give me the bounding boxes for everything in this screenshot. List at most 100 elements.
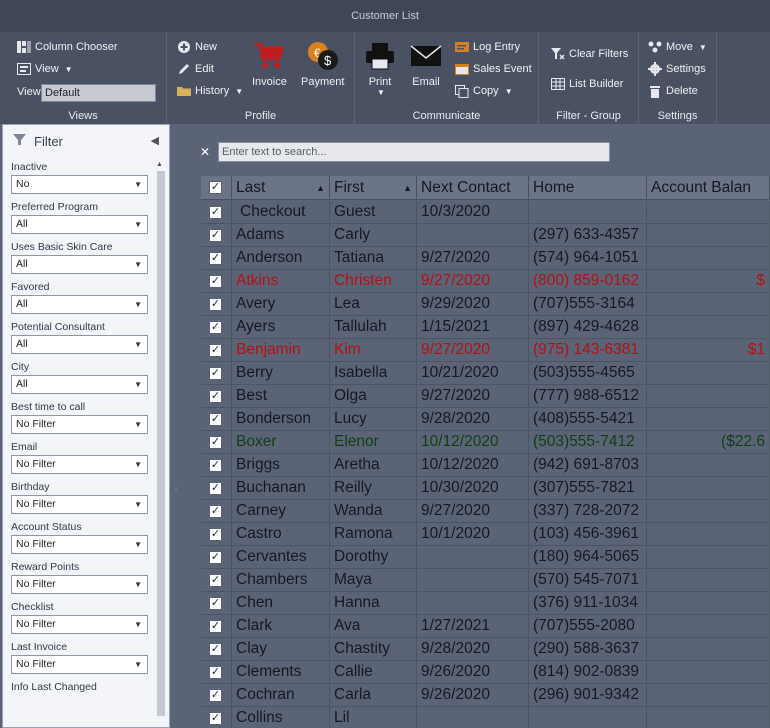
cell-home: (777) 988-6512 xyxy=(529,385,647,408)
filter-field-select[interactable]: All ▼ xyxy=(11,215,148,234)
table-row[interactable]: ✓ Atkins Christen 9/27/2020 (800) 859-0162 $ xyxy=(201,270,770,293)
close-icon[interactable]: ✕ xyxy=(200,145,210,159)
row-checkbox[interactable]: ✓ xyxy=(209,597,222,610)
row-checkbox[interactable]: ✓ xyxy=(209,689,222,702)
edit-button[interactable]: Edit xyxy=(177,62,214,76)
column-chooser-button[interactable]: Column Chooser xyxy=(17,40,118,54)
select-all-header[interactable]: ✓ xyxy=(201,176,232,200)
move-button[interactable]: Move ▼ xyxy=(648,40,707,54)
filter-scrollbar[interactable]: ▲ xyxy=(156,161,166,721)
row-checkbox[interactable]: ✓ xyxy=(209,298,222,311)
filter-field-select[interactable]: All ▼ xyxy=(11,255,148,274)
sales-event-button[interactable]: Sales Event xyxy=(455,62,532,76)
table-row[interactable]: ✓ Adams Carly (297) 633-4357 xyxy=(201,224,770,247)
table-row[interactable]: ✓ Castro Ramona 10/1/2020 (103) 456-3961 xyxy=(201,523,770,546)
filter-field-select[interactable]: No ▼ xyxy=(11,175,148,194)
payment-button[interactable]: € $ Payment xyxy=(301,36,344,88)
row-checkbox[interactable]: ✓ xyxy=(209,367,222,380)
invoice-button[interactable]: Invoice xyxy=(252,36,287,88)
table-row[interactable]: ✓ Checkout Guest 10/3/2020 xyxy=(201,201,770,224)
select-all-checkbox[interactable]: ✓ xyxy=(209,181,222,194)
filter-field-select[interactable]: No Filter ▼ xyxy=(11,575,148,594)
filter-field-select[interactable]: All ▼ xyxy=(11,335,148,354)
collapse-panel-icon[interactable]: ◀ xyxy=(151,134,159,147)
delete-button[interactable]: Delete xyxy=(648,84,698,98)
envelope-icon xyxy=(409,36,443,76)
filter-field-select[interactable]: No Filter ▼ xyxy=(11,615,148,634)
row-checkbox[interactable]: ✓ xyxy=(209,574,222,587)
clear-filters-button[interactable]: Clear Filters xyxy=(551,47,628,61)
row-checkbox[interactable]: ✓ xyxy=(209,436,222,449)
row-checkbox[interactable]: ✓ xyxy=(209,344,222,357)
table-row[interactable]: ✓ Carney Wanda 9/27/2020 (337) 728-2072 xyxy=(201,500,770,523)
row-checkbox[interactable]: ✓ xyxy=(209,643,222,656)
filter-field-select[interactable]: No Filter ▼ xyxy=(11,455,148,474)
table-row[interactable]: ✓ Clay Chastity 9/28/2020 (290) 588-3637 xyxy=(201,638,770,661)
column-header-next-contact[interactable]: Next Contact xyxy=(417,176,529,200)
new-button[interactable]: New xyxy=(177,40,217,54)
column-header-account-balance[interactable]: Account Balan xyxy=(647,176,770,200)
table-row[interactable]: ✓ Anderson Tatiana 9/27/2020 (574) 964-1051 xyxy=(201,247,770,270)
row-checkbox[interactable]: ✓ xyxy=(209,551,222,564)
search-input[interactable]: Enter text to search... xyxy=(218,142,610,162)
scrollbar-thumb[interactable] xyxy=(157,171,165,716)
table-row[interactable]: ✓ Avery Lea 9/29/2020 (707)555-3164 xyxy=(201,293,770,316)
column-header-first[interactable]: First ▲ xyxy=(330,176,417,200)
table-row[interactable]: ✓ Ayers Tallulah 1/15/2021 (897) 429-4628 xyxy=(201,316,770,339)
row-checkbox[interactable]: ✓ xyxy=(209,229,222,242)
table-row[interactable]: ✓ Chambers Maya (570) 545-7071 xyxy=(201,569,770,592)
column-header-home[interactable]: Home xyxy=(529,176,647,200)
cell-next-contact xyxy=(417,592,529,615)
copy-button[interactable]: Copy ▼ xyxy=(455,84,513,98)
row-checkbox[interactable]: ✓ xyxy=(209,321,222,334)
email-button[interactable]: Email xyxy=(409,36,443,88)
cell-last: Anderson xyxy=(232,247,330,270)
row-checkbox[interactable]: ✓ xyxy=(209,482,222,495)
row-checkbox[interactable]: ✓ xyxy=(209,528,222,541)
panel-splitter[interactable]: ⋮ xyxy=(170,124,182,728)
table-row[interactable]: ✓ Cochran Carla 9/26/2020 (296) 901-9342 xyxy=(201,684,770,707)
row-checkbox[interactable]: ✓ xyxy=(209,620,222,633)
filter-field-select[interactable]: All ▼ xyxy=(11,375,148,394)
table-row[interactable]: ✓ Best Olga 9/27/2020 (777) 988-6512 xyxy=(201,385,770,408)
table-row[interactable]: ✓ Benjamin Kim 9/27/2020 (975) 143-6381 $1 xyxy=(201,339,770,362)
print-button[interactable]: Print ▼ xyxy=(363,36,397,97)
row-checkbox[interactable]: ✓ xyxy=(209,666,222,679)
row-checkbox[interactable]: ✓ xyxy=(209,459,222,472)
row-checkbox[interactable]: ✓ xyxy=(209,206,222,219)
table-row[interactable]: ✓ Buchanan Reilly 10/30/2020 (307)555-7821 xyxy=(201,477,770,500)
filter-field-select[interactable]: No Filter ▼ xyxy=(11,415,148,434)
table-row[interactable]: ✓ Bonderson Lucy 9/28/2020 (408)555-5421 xyxy=(201,408,770,431)
table-row[interactable]: ✓ Clark Ava 1/27/2021 (707)555-2080 xyxy=(201,615,770,638)
history-button[interactable]: History ▼ xyxy=(177,84,243,98)
filter-field-select[interactable]: No Filter ▼ xyxy=(11,495,148,514)
table-row[interactable]: ✓ Clements Callie 9/26/2020 (814) 902-0839 xyxy=(201,661,770,684)
row-checkbox[interactable]: ✓ xyxy=(209,505,222,518)
row-checkbox[interactable]: ✓ xyxy=(209,712,222,725)
list-builder-button[interactable]: List Builder xyxy=(551,77,623,91)
log-entry-label: Log Entry xyxy=(473,41,521,53)
settings-button[interactable]: Settings xyxy=(648,62,706,76)
table-row[interactable]: ✓ Cervantes Dorothy (180) 964-5065 xyxy=(201,546,770,569)
scroll-up-icon[interactable]: ▲ xyxy=(156,161,163,168)
table-row[interactable]: ✓ Boxer Elenor 10/12/2020 (503)555-7412 ($22.… xyxy=(201,431,770,454)
cell-last: Carney xyxy=(232,500,330,523)
table-icon xyxy=(551,77,565,91)
row-checkbox[interactable]: ✓ xyxy=(209,390,222,403)
row-select-cell: ✓ xyxy=(201,592,232,615)
filter-field-select[interactable]: No Filter ▼ xyxy=(11,655,148,674)
row-checkbox[interactable]: ✓ xyxy=(209,275,222,288)
table-row[interactable]: ✓ Berry Isabella 10/21/2020 (503)555-4565 xyxy=(201,362,770,385)
filter-field-select[interactable]: No Filter ▼ xyxy=(11,535,148,554)
table-row[interactable]: ✓ Briggs Aretha 10/12/2020 (942) 691-8703 xyxy=(201,454,770,477)
view-select[interactable]: Default xyxy=(41,84,156,102)
column-header-last[interactable]: Last ▲ xyxy=(232,176,330,200)
row-checkbox[interactable]: ✓ xyxy=(209,413,222,426)
view-menu-button[interactable]: View ▼ xyxy=(17,62,73,76)
table-row[interactable]: ✓ Chen Hanna (376) 911-1034 xyxy=(201,592,770,615)
table-row[interactable]: ✓ Collins Lil xyxy=(201,707,770,728)
row-checkbox[interactable]: ✓ xyxy=(209,252,222,265)
chevron-down-icon: ▼ xyxy=(134,340,142,349)
filter-field-select[interactable]: All ▼ xyxy=(11,295,148,314)
log-entry-button[interactable]: Log Entry xyxy=(455,40,520,54)
